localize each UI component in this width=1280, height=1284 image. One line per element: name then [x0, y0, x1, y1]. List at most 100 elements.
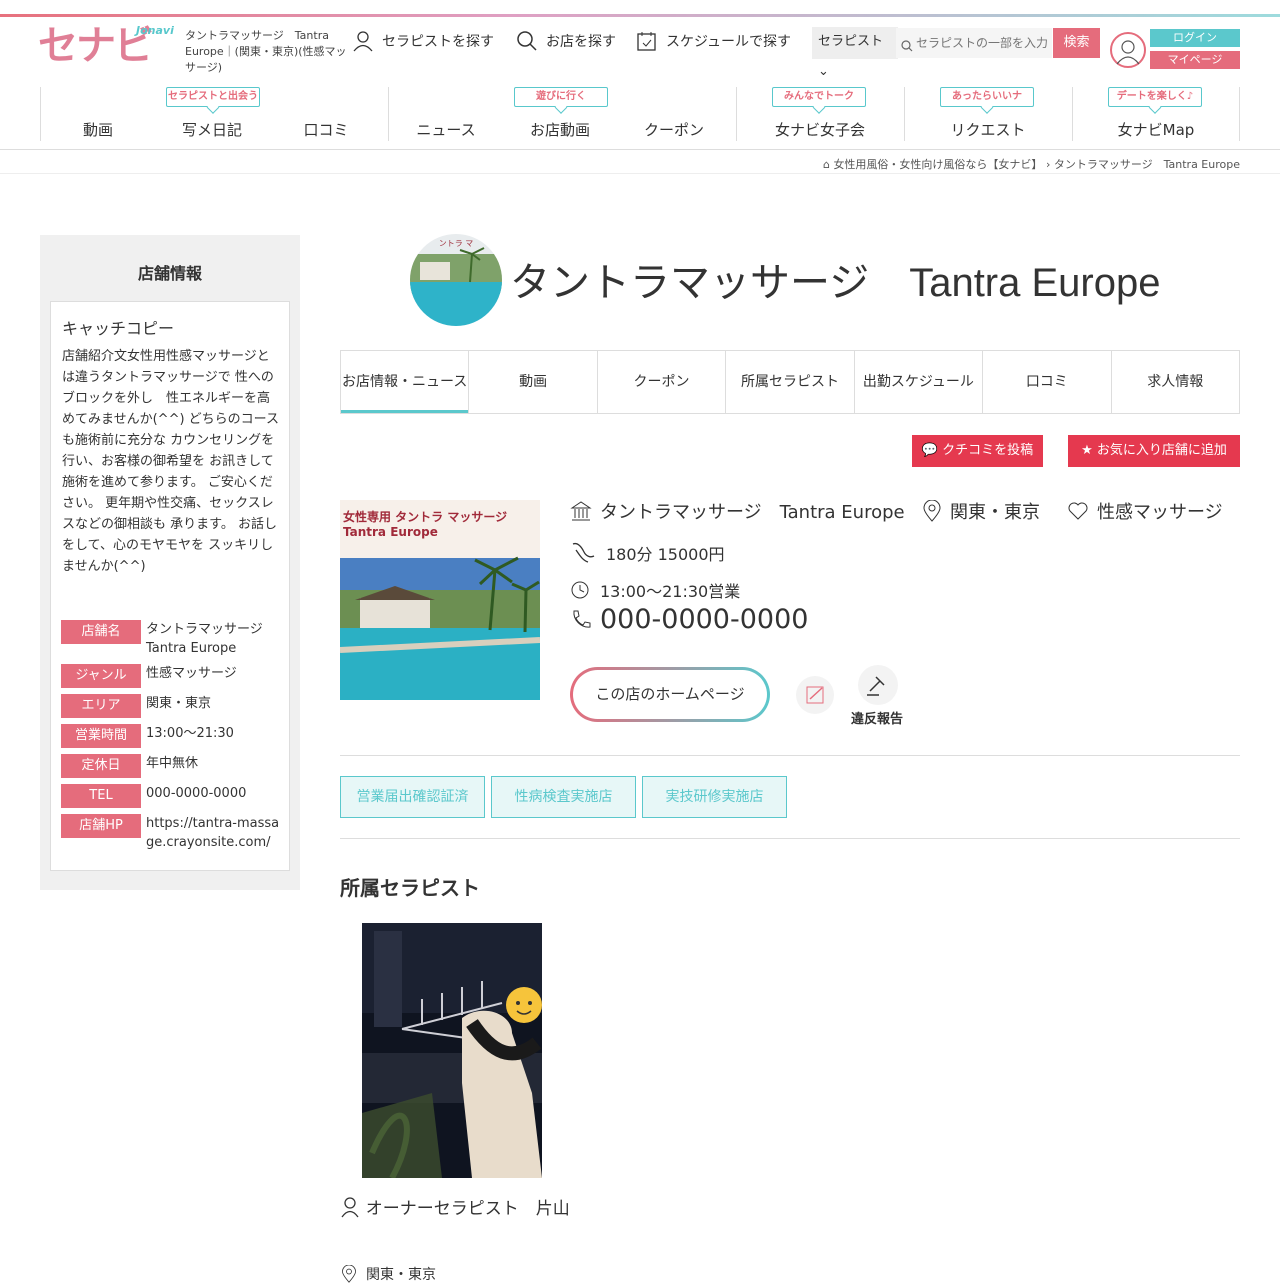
info-row-homepage: 店舗HP https://tantra-massage.crayonsite.co… — [61, 814, 281, 852]
homepage-button-label: この店のホームページ — [573, 670, 767, 719]
add-favorite-button[interactable]: ★ お気に入り店舗に追加 — [1068, 435, 1240, 467]
info-genre-text: 性感マッサージ — [1097, 502, 1223, 523]
nav-item-request[interactable]: リクエスト — [931, 119, 1045, 140]
nav-item-photo-diary[interactable]: 写メ日記 — [155, 119, 269, 140]
therapist-name[interactable]: オーナーセラピスト 片山 — [340, 1195, 570, 1223]
breadcrumb: ⌂ 女性用風俗・女性向け風俗なら【女ナビ】 › タントラマッサージ Tantra… — [823, 156, 1240, 172]
home-icon: ⌂ — [822, 158, 830, 171]
nav-find-shop-label: お店を探す — [546, 34, 616, 50]
gavel-icon[interactable] — [858, 665, 898, 705]
add-favorite-label: お気に入り店舗に追加 — [1096, 443, 1227, 458]
cert-badge-business: 営業届出確認証済 — [340, 776, 485, 818]
nav-find-shop[interactable]: お店を探す — [516, 30, 616, 52]
tab-schedule[interactable]: 出勤スケジュール — [853, 351, 982, 413]
info-row-area: エリア 関東・東京 — [61, 694, 281, 718]
site-logo[interactable]: セナビ Jonavi — [38, 24, 174, 68]
info-value: 関東・東京 — [146, 696, 212, 711]
info-row-shop-name: 店舗名 タントラマッサージ Tantra Europe — [61, 620, 281, 658]
mypage-button[interactable]: マイページ — [1150, 51, 1240, 69]
search-input[interactable] — [896, 28, 1052, 58]
search-type-select[interactable]: セラピスト ⌄ — [812, 27, 898, 79]
info-label: 店舗HP — [61, 814, 141, 838]
catch-copy-label: キャッチコピー — [62, 319, 175, 338]
header-divider — [0, 149, 1280, 150]
tab-shop-info[interactable]: お店情報・ニュース — [341, 351, 469, 413]
shop-info-sidebar: 店舗情報 キャッチコピー 店舗紹介文女性用性感マッサージとは違うタントラマッサー… — [40, 235, 300, 890]
breadcrumb-divider — [0, 173, 1280, 174]
nav-item-reviews[interactable]: 口コミ — [269, 119, 383, 140]
info-area-text: 関東・東京 — [950, 502, 1040, 523]
massage-hand-icon — [572, 542, 595, 563]
shop-icon-caption: ントラ マ — [439, 239, 474, 248]
info-hours-text: 13:00〜21:30営業 — [600, 582, 741, 601]
nav-item-shop-video[interactable]: お店動画 — [503, 119, 617, 140]
info-row-tel: TEL 000-0000-0000 — [61, 784, 281, 808]
nav-find-therapist-label: セラピストを探す — [382, 34, 494, 50]
cert-badge-training: 実技研修実施店 — [642, 776, 787, 818]
sidebar-box: キャッチコピー 店舗紹介文女性用性感マッサージとは違うタントラマッサージで 性へ… — [50, 301, 290, 871]
search-icon — [517, 31, 537, 51]
breadcrumb-separator: › — [1045, 158, 1054, 171]
tab-coupon[interactable]: クーポン — [596, 351, 725, 413]
info-value: 性感マッサージ — [146, 666, 237, 681]
info-value-link[interactable]: https://tantra-massage.crayonsite.com/ — [146, 814, 281, 852]
search-button[interactable]: 検索 — [1053, 28, 1100, 58]
info-row-genre: ジャンル 性感マッサージ — [61, 664, 281, 688]
therapist-area: 関東・東京 — [340, 1264, 436, 1284]
edit-note-icon[interactable] — [796, 676, 834, 714]
calendar-icon — [637, 32, 656, 51]
info-tel[interactable]: 000-0000-0000 — [570, 604, 808, 635]
login-button[interactable]: ログイン — [1150, 29, 1240, 47]
nav-bubble-talk: みんなでトーク — [772, 87, 866, 107]
nav-item-map[interactable]: 女ナビMap — [1099, 119, 1213, 140]
info-row-holiday: 定休日 年中無休 — [61, 754, 281, 778]
therapist-photo[interactable] — [362, 923, 542, 1178]
nav-bubble-map: デートを楽しく♪ — [1108, 87, 1202, 107]
info-shop-name-text: タントラマッサージ Tantra Europe — [600, 502, 905, 523]
tab-jobs[interactable]: 求人情報 — [1110, 351, 1239, 413]
therapist-area-text: 関東・東京 — [366, 1267, 436, 1283]
post-review-button[interactable]: 💬 クチコミを投稿 — [912, 435, 1043, 467]
info-value: 年中無休 — [146, 756, 199, 771]
nav-bubble-request: あったらいいナ — [940, 87, 1034, 107]
user-avatar-icon[interactable] — [1110, 32, 1146, 68]
info-label: 営業時間 — [61, 724, 141, 748]
shop-icon-image: ントラ マ — [410, 234, 502, 326]
header-shop-description: タントラマッサージ Tantra Europe｜(関東・東京)(性感マッサージ) — [185, 29, 347, 74]
chat-icon: 💬 — [921, 443, 939, 458]
tab-therapists[interactable]: 所属セラピスト — [725, 351, 853, 413]
homepage-button[interactable]: この店のホームページ — [570, 667, 770, 722]
nav-find-therapist[interactable]: セラピストを探す — [352, 30, 494, 52]
heart-icon — [1068, 502, 1088, 520]
report-link[interactable]: 違反報告 — [851, 708, 903, 727]
phone-icon — [573, 610, 591, 628]
nav-schedule[interactable]: スケジュールで探す — [636, 30, 791, 52]
nav-bubble-shop-video: 遊びに行く — [514, 87, 608, 107]
nav-item-coupon[interactable]: クーポン — [617, 119, 731, 140]
clock-icon — [571, 581, 589, 599]
info-price-text: 180分 15000円 — [606, 545, 725, 564]
info-price: 180分 15000円 — [570, 540, 725, 566]
info-row-hours: 営業時間 13:00〜21:30 — [61, 724, 281, 748]
info-value[interactable]: 000-0000-0000 — [146, 784, 281, 808]
header-accent-line — [0, 14, 1280, 17]
location-pin-icon — [923, 500, 941, 522]
tab-reviews[interactable]: 口コミ — [982, 351, 1110, 413]
info-label: ジャンル — [61, 664, 141, 688]
search-type-value: セラピスト — [818, 34, 884, 49]
info-label: 店舗名 — [61, 620, 141, 644]
search-input-icon — [901, 37, 913, 56]
breadcrumb-home[interactable]: 女性用風俗・女性向け風俗なら【女ナビ】 — [833, 158, 1042, 171]
location-pin-icon — [342, 1265, 356, 1283]
info-area: 関東・東京 — [922, 498, 1040, 524]
shop-main-image: 女性専用 タントラ マッサージ Tantra Europe — [340, 500, 540, 700]
info-value: 13:00〜21:30 — [146, 726, 234, 741]
shop-tabs: お店情報・ニュース 動画 クーポン 所属セラピスト 出勤スケジュール 口コミ 求… — [340, 350, 1240, 414]
nav-item-joshikai[interactable]: 女ナビ女子会 — [763, 119, 877, 140]
nav-bubble-diary: セラピストと出会う — [166, 87, 260, 107]
tab-video[interactable]: 動画 — [468, 351, 596, 413]
nav-item-video[interactable]: 動画 — [41, 119, 155, 140]
nav-item-news[interactable]: ニュース — [389, 119, 503, 140]
therapist-section-title: 所属セラピスト — [340, 876, 480, 900]
info-shop-name: タントラマッサージ Tantra Europe — [570, 498, 905, 524]
